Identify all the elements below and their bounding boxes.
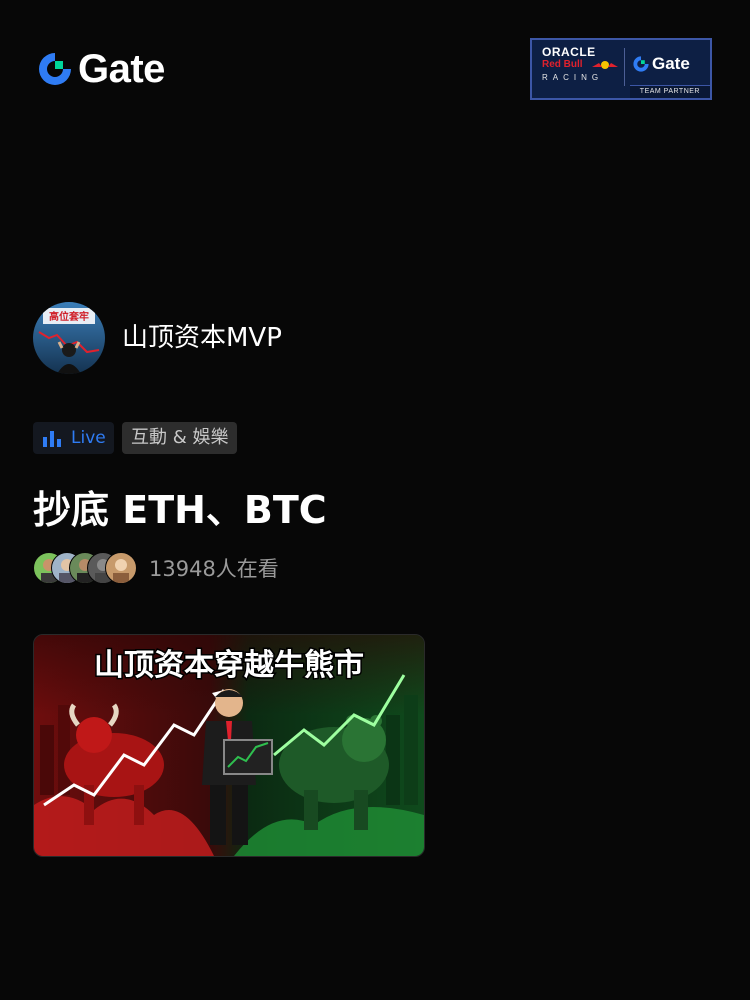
gate-logo[interactable]: Gate (36, 47, 165, 91)
partner-gate-label: Gate (652, 54, 690, 73)
avatar-caption: 高位套牢 (49, 310, 89, 323)
viewer-avatar (105, 552, 137, 584)
stream-title[interactable]: 抄底 ETH、BTC (33, 488, 327, 532)
streamer-avatar[interactable]: 高位套牢 (33, 302, 105, 374)
viewer-count: 13948人在看 (149, 557, 279, 581)
live-badge: Live (33, 422, 114, 454)
avatar-image: 高位套牢 (33, 302, 105, 374)
gate-logo-icon (633, 56, 649, 72)
badge-divider (624, 48, 625, 86)
thumbnail-image: 山顶资本穿越牛熊市 (34, 635, 424, 856)
redbull-label: Red Bull (542, 59, 583, 70)
stream-thumbnail[interactable]: 山顶资本穿越牛熊市 (33, 634, 425, 857)
gate-logo-icon (39, 53, 71, 85)
brand-name: Gate (78, 47, 165, 91)
viewer-info: 13948人在看 (33, 551, 279, 585)
partner-gate-logo: Gate (632, 54, 690, 74)
team-partner-badge: ORACLE Red Bull RACING Gate TEAM PARTNER (530, 38, 712, 100)
live-label: Live (71, 428, 106, 448)
category-tag[interactable]: 互動 & 娛樂 (122, 422, 238, 454)
thumbnail-title: 山顶资本穿越牛熊市 (94, 648, 364, 683)
oracle-label: ORACLE (542, 45, 596, 59)
bull-emblem-icon (592, 61, 618, 69)
live-bars-icon (43, 431, 61, 447)
team-partner-label: TEAM PARTNER (629, 85, 710, 98)
racing-label: RACING (542, 73, 604, 82)
streamer-name[interactable]: 山顶资本MVP (122, 320, 282, 356)
